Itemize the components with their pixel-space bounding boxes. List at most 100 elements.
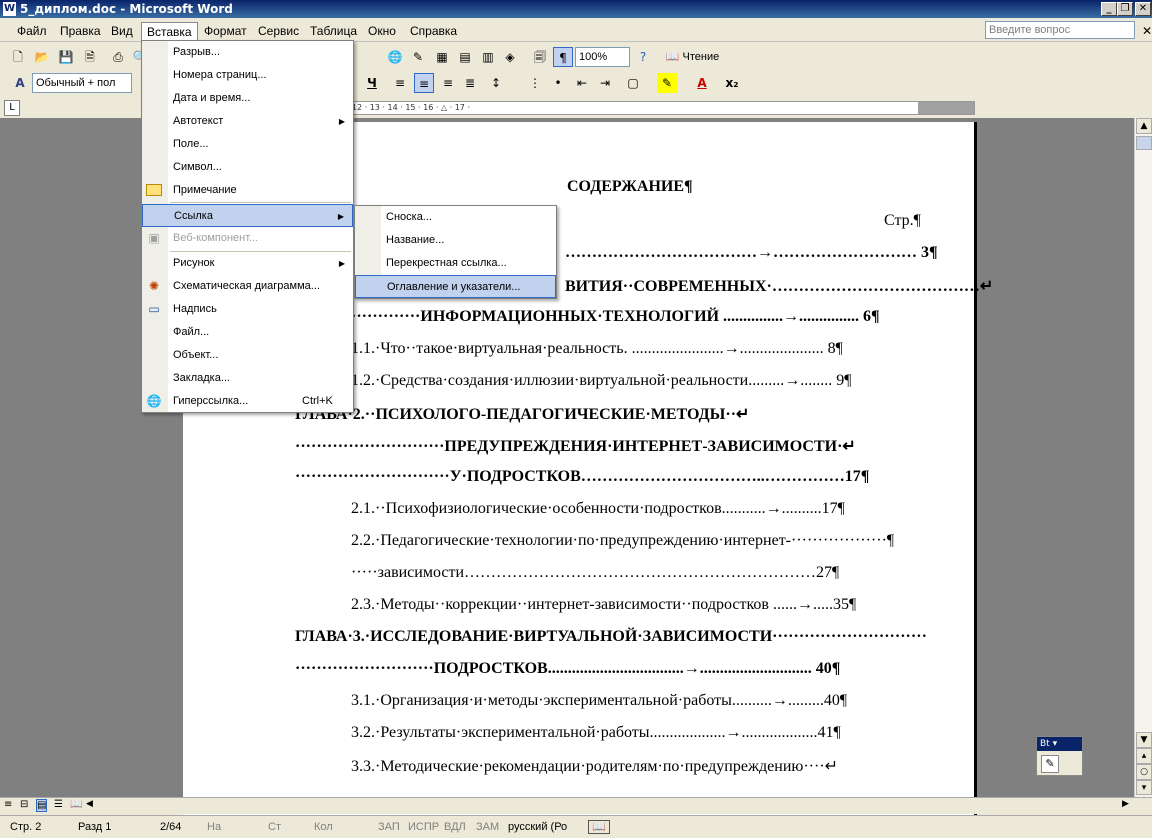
align-right-icon[interactable]: ≡ [438, 73, 458, 93]
menu-item-reference[interactable]: Ссылка ▶ [142, 204, 353, 227]
open-icon[interactable]: 📂 [32, 47, 52, 67]
styles-icon[interactable]: A [10, 73, 30, 93]
floating-toolbar-title[interactable]: Вt ▾ [1037, 737, 1082, 751]
justify-icon[interactable]: ≣ [460, 73, 480, 93]
document-map-icon[interactable]: 🗐 [530, 47, 550, 67]
status-ovr[interactable]: ЗАМ [476, 817, 499, 837]
next-page-icon[interactable]: ▾ [1136, 780, 1152, 795]
edit-picture-icon[interactable]: ✎ [1041, 755, 1059, 773]
underline-button[interactable]: Ч [362, 73, 382, 93]
help-search-input[interactable]: Введите вопрос [985, 21, 1135, 39]
web-view-icon[interactable]: ⊟ [20, 799, 28, 810]
highlight-icon[interactable]: ✎ [657, 73, 677, 93]
tables-borders-icon[interactable]: ✎ [408, 47, 428, 67]
menu-item-cross-reference[interactable]: Перекрестная ссылка... [355, 252, 556, 275]
menu-item-label: Поле... [173, 138, 209, 150]
menu-item-footnote[interactable]: Сноска... [355, 206, 556, 229]
menu-item-symbol[interactable]: Символ... [142, 156, 353, 179]
status-trk[interactable]: ИСПР [408, 817, 439, 837]
menu-item-break[interactable]: Разрыв... [142, 41, 353, 64]
menu-help[interactable]: Справка [405, 22, 462, 40]
menu-item-label: Схематическая диаграмма... [173, 280, 320, 292]
insert-excel-icon[interactable]: ▤ [455, 47, 475, 67]
permission-icon[interactable]: 🗎 [80, 47, 100, 67]
drawing-icon[interactable]: ◈ [500, 47, 520, 67]
menu-format[interactable]: Формат [199, 22, 252, 40]
hyperlink-icon[interactable]: 🌐 [385, 47, 405, 67]
bullets-icon[interactable]: • [548, 73, 568, 93]
vertical-scrollbar[interactable]: ▲ ▼ ▴ ○ ▾ [1134, 118, 1152, 797]
zoom-select[interactable]: 100% [575, 47, 630, 67]
columns-icon[interactable]: ▥ [478, 47, 498, 67]
scroll-down-icon[interactable]: ▼ [1136, 732, 1152, 748]
subscript-icon[interactable]: x₂ [722, 73, 742, 93]
save-icon[interactable]: 💾 [56, 47, 76, 67]
menu-item-textbox[interactable]: ▭ Надпись [142, 298, 353, 321]
style-select[interactable]: Обычный + пол [32, 73, 132, 93]
outline-view-icon[interactable]: ☰ [54, 799, 63, 810]
reading-mode-button[interactable]: 📖 Чтение [660, 47, 725, 67]
decrease-indent-icon[interactable]: ⇤ [572, 73, 592, 93]
menu-item-field[interactable]: Поле... [142, 133, 353, 156]
menu-table[interactable]: Таблица [305, 22, 362, 40]
menu-item-date-time[interactable]: Дата и время... [142, 87, 353, 110]
help-icon[interactable]: ? [633, 47, 653, 67]
font-color-icon[interactable]: A [692, 73, 712, 93]
close-document-icon[interactable]: ✕ [1137, 22, 1152, 40]
minimize-button[interactable]: _ [1101, 2, 1117, 16]
spelling-status-icon[interactable]: 📖 [588, 820, 610, 834]
menu-item-file[interactable]: Файл... [142, 321, 353, 344]
borders-icon[interactable]: ▢ [623, 73, 643, 93]
numbering-icon[interactable]: ⋮ [525, 73, 545, 93]
align-center-icon[interactable]: ≡ [414, 73, 434, 93]
scroll-left-icon[interactable]: ◀ [86, 799, 93, 809]
reading-view-icon[interactable]: 📖 [70, 799, 82, 810]
menu-item-bookmark[interactable]: Закладка... [142, 367, 353, 390]
status-ext[interactable]: ВДЛ [444, 817, 466, 837]
menu-tools[interactable]: Сервис [253, 22, 304, 40]
close-button[interactable]: ✕ [1135, 2, 1151, 16]
menu-view[interactable]: Вид [106, 22, 138, 40]
menu-item-diagram[interactable]: ✺ Схематическая диаграмма... [142, 275, 353, 298]
web-component-icon: ▣ [148, 231, 160, 245]
show-formatting-icon[interactable]: ¶ [553, 47, 573, 67]
toc-line: 3.3.·Методические·рекомендации·родителям… [351, 758, 839, 775]
scroll-up-icon[interactable]: ▲ [1136, 118, 1152, 134]
menu-item-page-numbers[interactable]: Номера страниц... [142, 64, 353, 87]
menu-insert[interactable]: Вставка [141, 22, 198, 40]
menu-item-caption[interactable]: Название... [355, 229, 556, 252]
maximize-button[interactable]: ❐ [1117, 2, 1133, 16]
scroll-right-icon[interactable]: ▶ [1122, 799, 1129, 809]
align-left-icon[interactable]: ≡ [390, 73, 410, 93]
line-spacing-icon[interactable]: ↕ [486, 73, 506, 93]
print-icon[interactable]: ⎙ [108, 47, 128, 67]
toc-line: 1.2.·Средства·создания·иллюзии·виртуальн… [351, 372, 852, 389]
previous-page-icon[interactable]: ▴ [1136, 748, 1152, 764]
print-layout-view-icon[interactable]: ▤ [36, 799, 48, 812]
increase-indent-icon[interactable]: ⇥ [595, 73, 615, 93]
toc-line: 1.1.·Что··такое·виртуальная·реальность. … [351, 340, 843, 357]
browse-object-icon[interactable]: ○ [1136, 764, 1152, 780]
tab-selector-icon[interactable]: L [4, 100, 20, 116]
new-document-icon[interactable]: 🗋 [8, 47, 28, 67]
menu-window[interactable]: Окно [363, 22, 401, 40]
menu-item-index-tables[interactable]: Оглавление и указатели... [355, 275, 556, 298]
submenu-arrow-icon: ▶ [337, 212, 344, 221]
menu-item-autotext[interactable]: Автотекст ▶ [142, 110, 353, 133]
menu-item-hyperlink[interactable]: 🌐 Гиперссылка... Ctrl+K [142, 390, 353, 413]
submenu-arrow-icon: ▶ [338, 259, 345, 268]
status-rec[interactable]: ЗАП [378, 817, 400, 837]
menu-edit[interactable]: Правка [55, 22, 106, 40]
status-pages: 2/64 [160, 821, 182, 833]
menu-item-picture[interactable]: Рисунок ▶ [142, 252, 353, 275]
insert-table-icon[interactable]: ▦ [432, 47, 452, 67]
scroll-thumb[interactable] [1136, 136, 1152, 150]
book-icon: 📖 [665, 51, 680, 63]
menu-item-comment[interactable]: Примечание [142, 179, 353, 202]
horizontal-scrollbar[interactable]: ≡ ⊟ ▤ ☰ 📖 ◀ ▶ [0, 797, 1152, 814]
toc-line: ГЛАВА·2.··ПСИХОЛОГО-ПЕДАГОГИЧЕСКИЕ·МЕТОД… [295, 406, 750, 423]
normal-view-icon[interactable]: ≡ [4, 799, 12, 810]
menu-item-object[interactable]: Объект... [142, 344, 353, 367]
menu-file[interactable]: Файл [12, 22, 52, 40]
ruler-right-margin [918, 102, 974, 114]
